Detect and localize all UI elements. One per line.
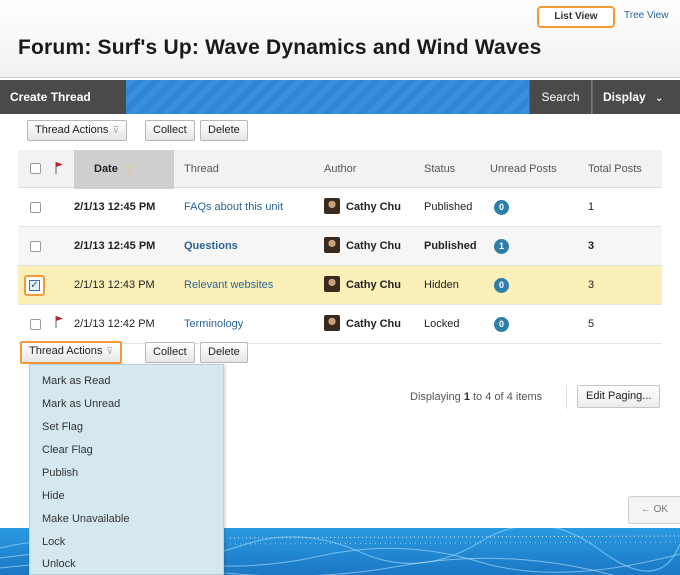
display-label: Display <box>603 90 646 104</box>
avatar <box>324 237 340 254</box>
author-name: Cathy Chu <box>346 279 401 291</box>
unread-badge[interactable]: 0 <box>494 278 509 293</box>
unread-badge[interactable]: 0 <box>494 317 509 332</box>
column-header-unread[interactable]: Unread Posts <box>490 150 557 188</box>
row-checkbox-checked[interactable]: ✓ <box>24 275 45 296</box>
row-author[interactable]: Cathy Chu <box>324 227 401 266</box>
author-name: Cathy Chu <box>346 240 401 252</box>
paging-to: 4 <box>485 391 492 403</box>
table-row[interactable]: 2/1/13 12:42 PM Terminology Cathy Chu Lo… <box>18 305 662 344</box>
author-name: Cathy Chu <box>346 318 401 330</box>
chevron-down-icon: ⊽ <box>106 346 113 356</box>
unread-badge[interactable]: 1 <box>494 239 509 254</box>
paging-status: Displaying 1 to 4 of 4 items <box>410 391 542 403</box>
table-row[interactable]: 2/1/13 12:45 PM FAQs about this unit Cat… <box>18 188 662 227</box>
thread-actions-button-top[interactable]: Thread Actions ⊽ <box>27 120 127 141</box>
paging-suffix: items <box>515 391 543 403</box>
thread-link[interactable]: Terminology <box>184 305 243 344</box>
divider <box>566 385 567 409</box>
menu-item-unlock[interactable]: Unlock <box>42 558 76 570</box>
table-row-selected[interactable]: ✓ 2/1/13 12:43 PM Relevant websites Cath… <box>18 266 662 305</box>
menu-item-mark-as-read[interactable]: Mark as Read <box>42 375 110 387</box>
collect-button-top[interactable]: Collect <box>145 120 195 141</box>
edit-paging-button[interactable]: Edit Paging... <box>577 385 661 408</box>
unread-badge[interactable]: 0 <box>494 200 509 215</box>
ok-button[interactable]: ← OK <box>628 496 680 524</box>
column-header-status[interactable]: Status <box>424 150 455 188</box>
avatar <box>324 276 340 293</box>
search-button[interactable]: Search <box>529 80 591 114</box>
date-header-label: Date <box>94 163 118 175</box>
thread-link[interactable]: FAQs about this unit <box>184 188 283 227</box>
page-header: List View Tree View Forum: Surf's Up: Wa… <box>0 0 680 78</box>
paging-total: 4 <box>506 391 513 403</box>
row-checkbox[interactable] <box>30 202 41 213</box>
row-checkbox[interactable] <box>30 241 41 252</box>
paging-of-word: of <box>494 391 504 403</box>
collect-button-bottom[interactable]: Collect <box>145 342 195 363</box>
thread-link[interactable]: Relevant websites <box>184 266 273 305</box>
column-header-total[interactable]: Total Posts <box>588 150 642 188</box>
list-view-button[interactable]: List View <box>537 6 615 28</box>
row-author[interactable]: Cathy Chu <box>324 305 401 344</box>
flag-icon <box>55 162 63 174</box>
row-status: Locked <box>424 318 460 330</box>
paging-to-word: to <box>473 391 483 403</box>
menu-item-clear-flag[interactable]: Clear Flag <box>42 444 93 456</box>
paging-prefix: Displaying <box>410 391 461 403</box>
tree-view-link[interactable]: Tree View <box>624 10 668 21</box>
delete-button-top[interactable]: Delete <box>200 120 248 141</box>
ok-label: OK <box>653 504 669 515</box>
column-header-thread[interactable]: Thread <box>184 150 219 188</box>
row-date: 2/1/13 12:43 PM <box>74 279 155 291</box>
page-title: Forum: Surf's Up: Wave Dynamics and Wind… <box>18 36 542 59</box>
author-name: Cathy Chu <box>346 201 401 213</box>
row-total: 3 <box>588 279 595 291</box>
menu-item-make-unavailable[interactable]: Make Unavailable <box>42 513 129 525</box>
row-date: 2/1/13 12:45 PM <box>74 201 156 213</box>
table-header: Date ▽ Thread Author Status Unread Posts… <box>18 150 662 189</box>
checkmark-icon: ✓ <box>29 280 40 291</box>
row-total: 1 <box>588 201 595 213</box>
flag-icon[interactable] <box>54 315 64 329</box>
select-all-checkbox[interactable] <box>30 163 41 174</box>
row-date: 2/1/13 12:42 PM <box>74 318 155 330</box>
chevron-down-icon: ⊽ <box>112 125 119 135</box>
row-status: Hidden <box>424 279 459 291</box>
menu-item-lock[interactable]: Lock <box>42 536 65 548</box>
paging-from: 1 <box>463 391 470 403</box>
row-total: 5 <box>588 318 595 330</box>
row-status: Published <box>424 201 473 213</box>
menu-item-mark-as-unread[interactable]: Mark as Unread <box>42 398 120 410</box>
row-total: 3 <box>588 240 595 252</box>
column-header-author[interactable]: Author <box>324 150 356 188</box>
row-date: 2/1/13 12:45 PM <box>74 240 156 252</box>
row-status: Published <box>424 240 477 252</box>
thread-actions-label: Thread Actions <box>29 345 103 357</box>
arrow-left-icon: ← <box>640 504 651 515</box>
row-checkbox[interactable] <box>30 319 41 330</box>
delete-button-bottom[interactable]: Delete <box>200 342 248 363</box>
avatar <box>324 315 340 332</box>
avatar <box>324 198 340 215</box>
display-button[interactable]: Display ⌄ <box>592 80 680 114</box>
menu-item-publish[interactable]: Publish <box>42 467 78 479</box>
thread-actions-menu: Mark as Read Mark as Unread Set Flag Cle… <box>29 364 224 575</box>
thread-actions-label: Thread Actions <box>35 124 109 136</box>
table-row[interactable]: 2/1/13 12:45 PM Questions Cathy Chu Publ… <box>18 227 662 266</box>
row-author[interactable]: Cathy Chu <box>324 266 401 305</box>
thread-actions-button-bottom[interactable]: Thread Actions ⊽ <box>20 341 122 364</box>
chevron-down-icon: ⌄ <box>655 93 664 104</box>
column-header-date[interactable]: Date ▽ <box>74 150 174 189</box>
menu-item-set-flag[interactable]: Set Flag <box>42 421 83 433</box>
create-thread-button[interactable]: Create Thread <box>0 80 126 114</box>
sort-down-icon: ▽ <box>124 164 133 175</box>
menu-item-hide[interactable]: Hide <box>42 490 65 502</box>
thread-link[interactable]: Questions <box>184 227 238 266</box>
action-bar: Create Thread Search Display ⌄ <box>0 80 680 114</box>
row-author[interactable]: Cathy Chu <box>324 188 401 227</box>
